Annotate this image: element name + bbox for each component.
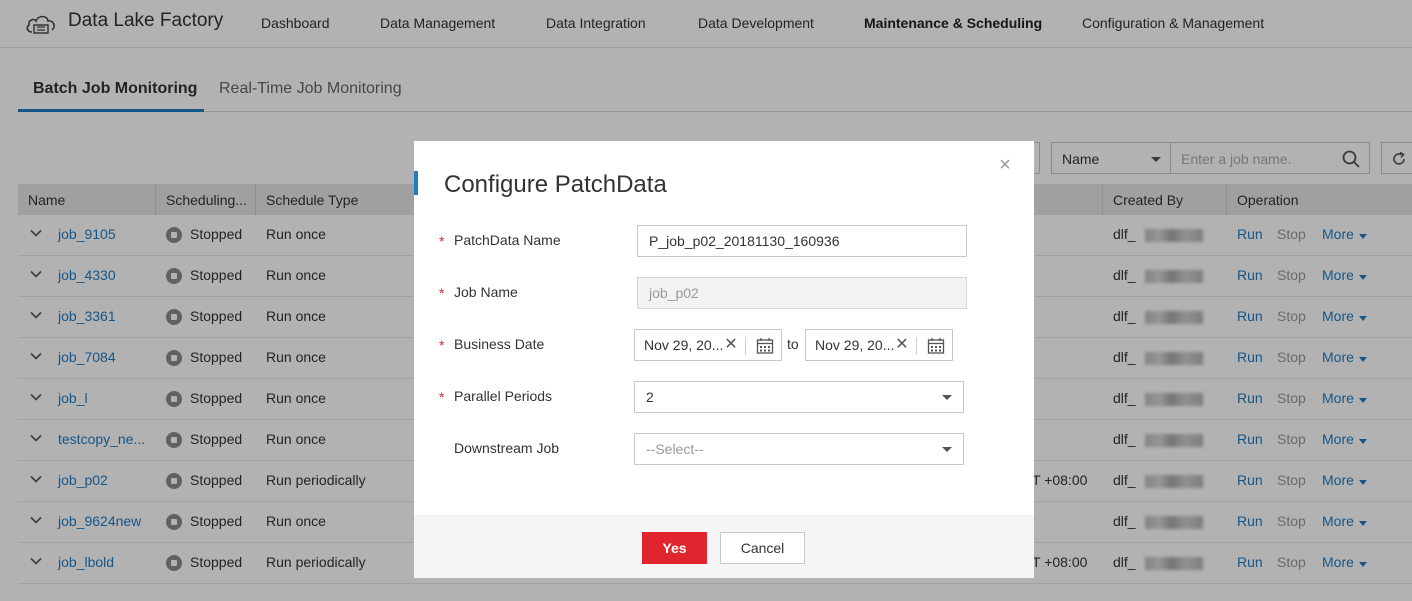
business-date-end-picker[interactable]: Nov 29, 20... ✕ xyxy=(805,329,953,361)
yes-button[interactable]: Yes xyxy=(642,532,707,564)
calendar-icon[interactable] xyxy=(927,337,945,355)
business-date-start-picker[interactable]: Nov 29, 20... ✕ xyxy=(634,329,782,361)
configure-patchdata-dialog: Configure PatchData × * PatchData Name P… xyxy=(414,141,1034,578)
business-date-label: Business Date xyxy=(454,336,545,352)
required-mark: * xyxy=(439,285,445,301)
downstream-job-select[interactable]: --Select-- xyxy=(634,433,964,465)
job-name-label: Job Name xyxy=(454,284,518,300)
picker-divider xyxy=(745,337,746,355)
clear-icon[interactable]: ✕ xyxy=(895,334,909,354)
close-icon[interactable]: × xyxy=(997,155,1013,175)
downstream-job-placeholder: --Select-- xyxy=(646,441,704,457)
job-name-value: job_p02 xyxy=(649,285,699,301)
required-mark: * xyxy=(439,233,445,249)
parallel-periods-value: 2 xyxy=(646,389,654,405)
patchdata-name-field[interactable]: P_job_p02_20181130_160936 xyxy=(637,225,967,257)
patchdata-name-label: PatchData Name xyxy=(454,232,561,248)
chevron-down-icon xyxy=(942,447,952,452)
cancel-button[interactable]: Cancel xyxy=(720,532,805,564)
parallel-periods-select[interactable]: 2 xyxy=(634,381,964,413)
title-accent-bar xyxy=(414,171,418,195)
clear-icon[interactable]: ✕ xyxy=(724,334,738,354)
patchdata-name-value: P_job_p02_20181130_160936 xyxy=(649,233,840,249)
required-mark: * xyxy=(439,389,445,405)
downstream-job-label: Downstream Job xyxy=(454,440,560,456)
business-date-start-value: Nov 29, 20... xyxy=(644,337,724,353)
parallel-periods-label: Parallel Periods xyxy=(454,388,553,404)
dialog-footer: Yes Cancel xyxy=(414,515,1034,578)
picker-divider xyxy=(916,337,917,355)
chevron-down-icon xyxy=(942,395,952,400)
job-name-field: job_p02 xyxy=(637,277,967,309)
calendar-icon[interactable] xyxy=(756,337,774,355)
dialog-title: Configure PatchData xyxy=(444,171,667,198)
required-mark: * xyxy=(439,337,445,353)
date-range-to-label: to xyxy=(787,336,799,352)
business-date-end-value: Nov 29, 20... xyxy=(815,337,895,353)
